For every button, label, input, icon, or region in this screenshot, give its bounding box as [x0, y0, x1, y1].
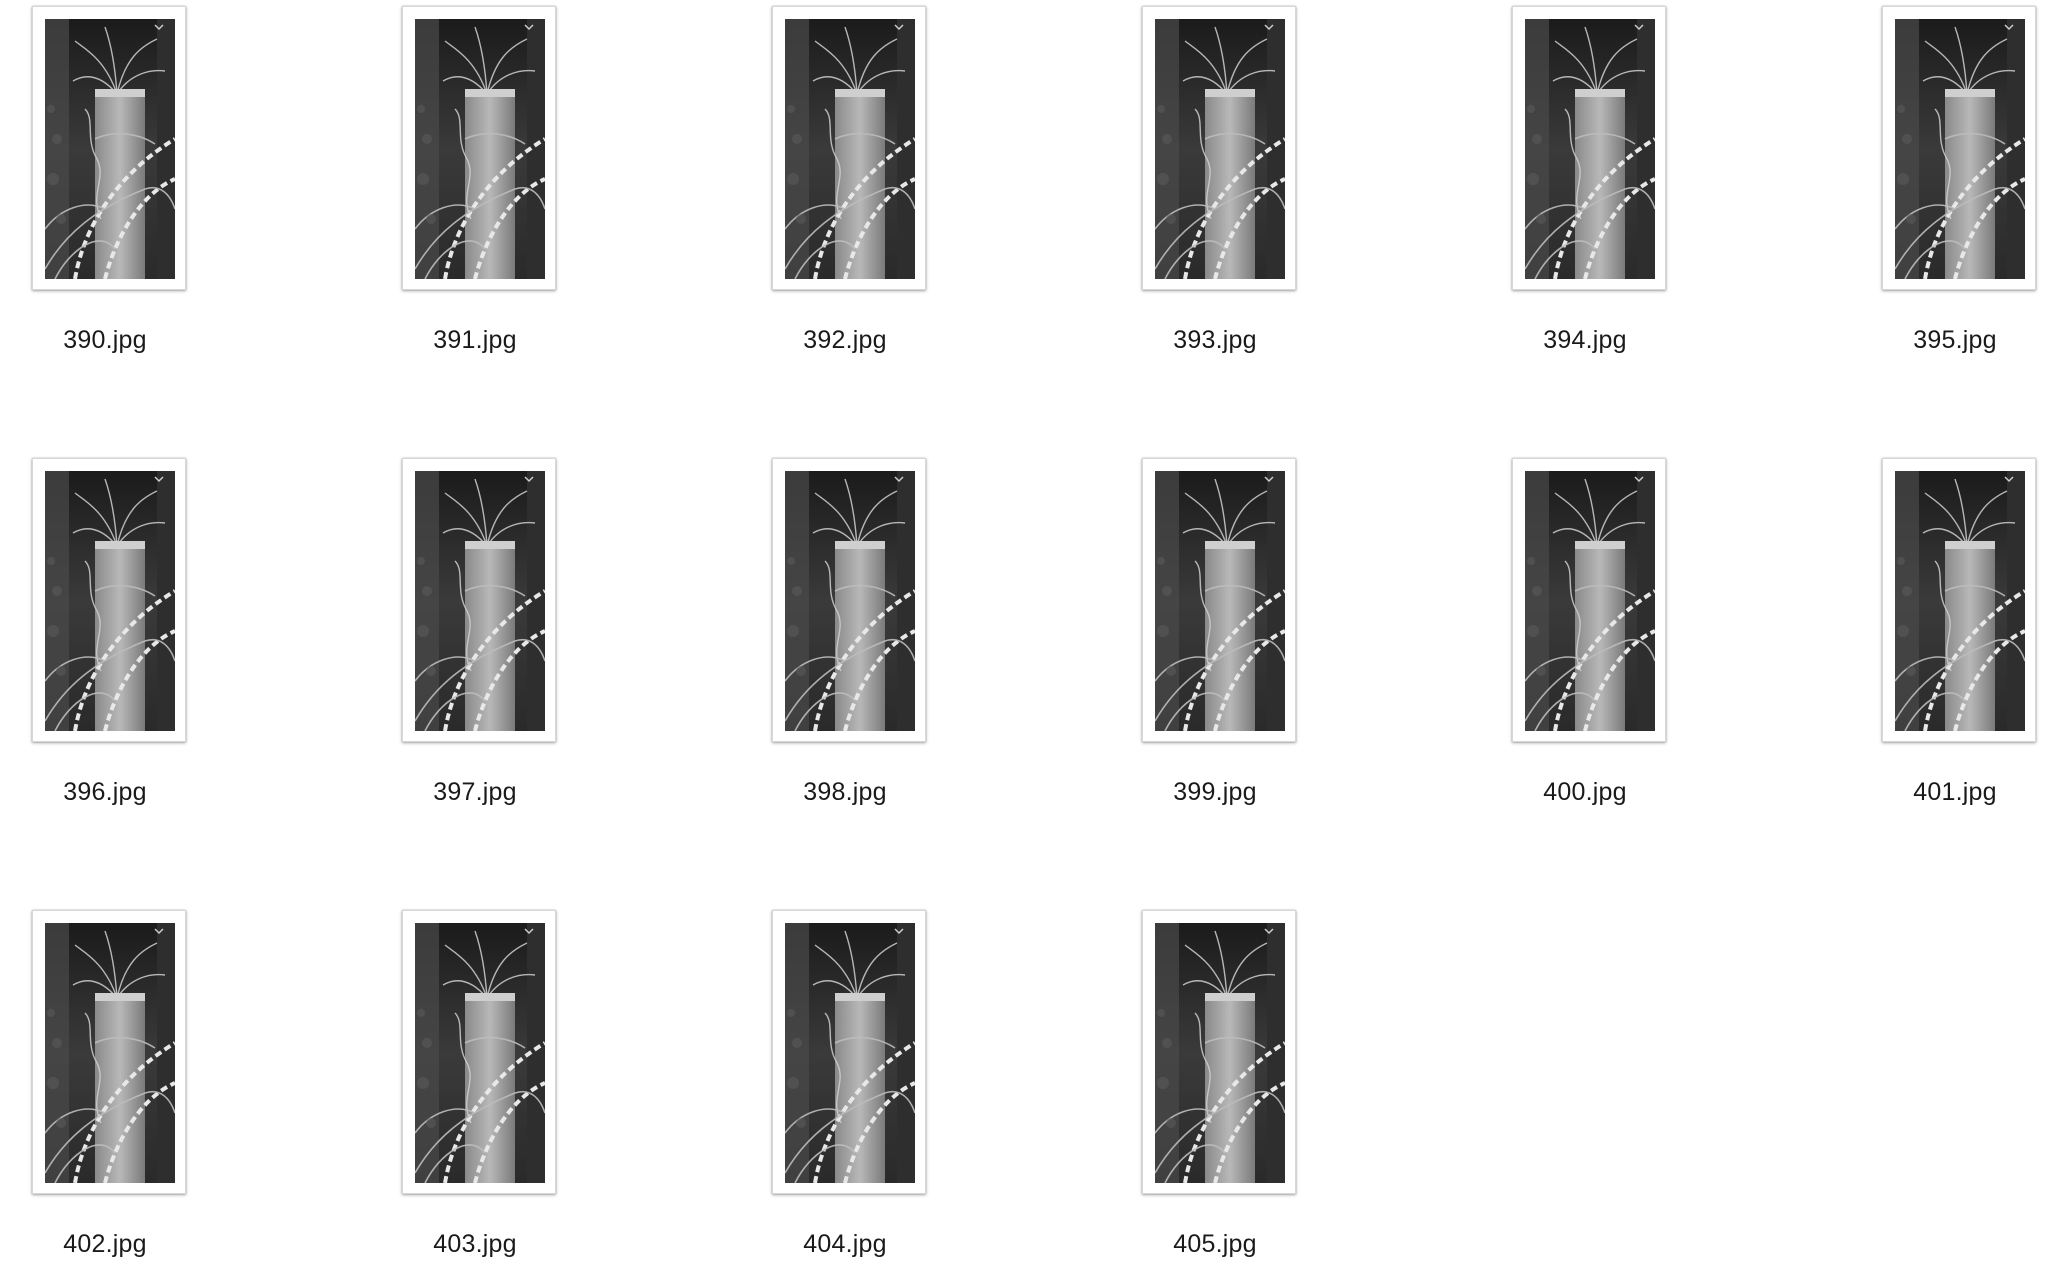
photo-preview	[45, 19, 175, 279]
file-item[interactable]: 391.jpg	[375, 0, 575, 380]
photo-preview	[45, 471, 175, 731]
file-item[interactable]: 405.jpg	[1115, 904, 1315, 1284]
photo-preview	[1155, 923, 1285, 1183]
image-thumbnail[interactable]	[772, 458, 926, 742]
file-item[interactable]: 394.jpg	[1485, 0, 1685, 380]
image-thumbnail[interactable]	[1142, 910, 1296, 1194]
image-thumbnail[interactable]	[32, 6, 186, 290]
photo-preview	[415, 19, 545, 279]
image-thumbnail[interactable]	[402, 458, 556, 742]
image-thumbnail[interactable]	[1512, 458, 1666, 742]
photo-preview	[1155, 471, 1285, 731]
file-name[interactable]: 400.jpg	[1485, 778, 1685, 807]
image-thumbnail[interactable]	[32, 910, 186, 1194]
photo-preview	[415, 923, 545, 1183]
photo-preview	[415, 471, 545, 731]
image-thumbnail[interactable]	[32, 458, 186, 742]
file-item[interactable]: 392.jpg	[745, 0, 945, 380]
file-item[interactable]: 404.jpg	[745, 904, 945, 1284]
file-item[interactable]: 401.jpg	[1855, 452, 2054, 832]
image-thumbnail[interactable]	[1142, 6, 1296, 290]
file-name[interactable]: 392.jpg	[745, 326, 945, 355]
file-name[interactable]: 404.jpg	[745, 1230, 945, 1259]
file-name[interactable]: 390.jpg	[5, 326, 205, 355]
file-item[interactable]: 393.jpg	[1115, 0, 1315, 380]
file-icon-grid: 390.jpg 391.jpg 392.jpg 393.jpg 394.jpg …	[0, 0, 2054, 1272]
image-thumbnail[interactable]	[1882, 6, 2036, 290]
file-name[interactable]: 401.jpg	[1855, 778, 2054, 807]
file-name[interactable]: 393.jpg	[1115, 326, 1315, 355]
file-item[interactable]: 396.jpg	[5, 452, 205, 832]
file-item[interactable]: 390.jpg	[5, 0, 205, 380]
file-name[interactable]: 396.jpg	[5, 778, 205, 807]
file-item[interactable]: 395.jpg	[1855, 0, 2054, 380]
file-name[interactable]: 405.jpg	[1115, 1230, 1315, 1259]
file-name[interactable]: 398.jpg	[745, 778, 945, 807]
file-item[interactable]: 399.jpg	[1115, 452, 1315, 832]
photo-preview	[785, 923, 915, 1183]
file-name[interactable]: 399.jpg	[1115, 778, 1315, 807]
file-item[interactable]: 403.jpg	[375, 904, 575, 1284]
file-item[interactable]: 402.jpg	[5, 904, 205, 1284]
photo-preview	[1525, 471, 1655, 731]
photo-preview	[45, 923, 175, 1183]
file-name[interactable]: 395.jpg	[1855, 326, 2054, 355]
photo-preview	[1895, 19, 2025, 279]
photo-preview	[785, 471, 915, 731]
file-name[interactable]: 391.jpg	[375, 326, 575, 355]
file-item[interactable]: 397.jpg	[375, 452, 575, 832]
image-thumbnail[interactable]	[1512, 6, 1666, 290]
image-thumbnail[interactable]	[772, 910, 926, 1194]
photo-preview	[785, 19, 915, 279]
photo-preview	[1155, 19, 1285, 279]
file-item[interactable]: 400.jpg	[1485, 452, 1685, 832]
photo-preview	[1895, 471, 2025, 731]
image-thumbnail[interactable]	[772, 6, 926, 290]
photo-preview	[1525, 19, 1655, 279]
image-thumbnail[interactable]	[402, 6, 556, 290]
image-thumbnail[interactable]	[402, 910, 556, 1194]
file-name[interactable]: 402.jpg	[5, 1230, 205, 1259]
file-name[interactable]: 403.jpg	[375, 1230, 575, 1259]
image-thumbnail[interactable]	[1142, 458, 1296, 742]
file-item[interactable]: 398.jpg	[745, 452, 945, 832]
file-name[interactable]: 394.jpg	[1485, 326, 1685, 355]
file-name[interactable]: 397.jpg	[375, 778, 575, 807]
image-thumbnail[interactable]	[1882, 458, 2036, 742]
